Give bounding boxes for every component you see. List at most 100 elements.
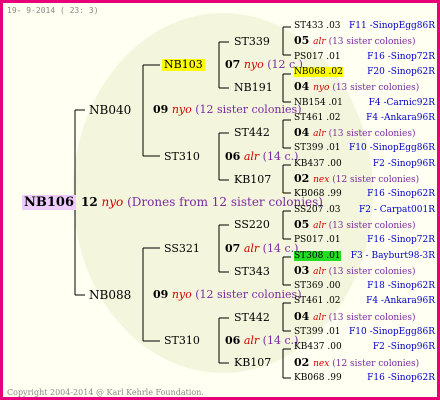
leaf-id: KB437 .00 [294,342,342,352]
leaf-year: 04 [294,310,314,323]
leaf-year: 02 [294,172,314,185]
leaf-ancestor-row: PS017 .01 F16 -Sinop72R [294,235,435,245]
g1-upper-note: (12 sister colonies) [195,103,302,116]
leaf-colony-row: 05 alr (13 sister colonies) [294,35,416,47]
root-drones-note: 12 nyo (Drones from 12 sister colonies) [81,196,323,208]
leaf-label: F4 -Ankara96R [366,113,435,123]
leaf-ancestor-row: ST369 .00 F18 -Sinop62R [294,281,435,291]
root-breeder: nyo [101,195,124,209]
leaf-colony-row: 02 nex (12 sister colonies) [294,356,420,369]
g2-st310-upper: ST310 [164,150,200,163]
leaf-ancestor-row: ST308 .01 F3 - Bayburt98-3R [294,251,435,261]
g1-note-upper: 09 nyo (12 sister colonies) [153,104,302,116]
leaf-id: KB437 .00 [294,159,342,169]
leaf-label: F18 -Sinop62R [367,281,435,291]
leaf-note: (13 sister colonies) [328,37,416,47]
leaf-colony-row: 05 alr (13 sister colonies) [294,218,416,231]
g2-note-1: 06 alr (14 c.) [225,151,298,163]
g3-st343: ST343 [234,265,270,278]
pedigree-frame: 19- 9-2014 ( 23: 3) NB106 12 nyo (Drones… [0,0,440,400]
leaf-breeder: nex [313,359,333,369]
g2-0-year: 07 [225,58,241,71]
g1-upper-year: 09 [153,103,169,116]
leaf-ancestor-row: ST461 .02 F4 -Ankara96R [294,113,435,123]
leaf-id: ST399 .01 [294,143,341,153]
leaf-colony-row: 04 alr (13 sister colonies) [294,310,416,323]
leaf-note: (13 sister colonies) [328,267,416,277]
leaf-label: F11 -SinopEgg86R [349,21,435,31]
g2-1-breeder: alr [243,150,260,163]
leaf-ancestor-row: PS017 .01 F16 -Sinop72R [294,52,435,62]
g1-upper-breeder: nyo [171,103,192,116]
leaf-label: F20 -Sinop62R [367,67,435,77]
g2-3-year: 06 [225,334,241,347]
leaf-label: F10 -SinopEgg86R [349,327,435,337]
dam-nb088: NB088 [89,288,132,302]
leaf-year: 03 [294,264,314,277]
leaf-year: 04 [294,126,314,139]
leaf-label: F16 -Sinop72R [367,235,435,245]
g2-nb103: NB103 [162,58,205,71]
g3-st442-b: ST442 [234,311,270,324]
leaf-breeder: nex [313,175,333,185]
leaf-ancestor-row: NB068 .02 F20 -Sinop62R [294,67,435,77]
g2-ss321: SS321 [164,242,200,255]
leaf-breeder: alr [313,221,329,231]
leaf-label: F2 -Sinop96R [372,159,435,169]
leaf-ancestor-row: ST399 .01 F10 -SinopEgg86R [294,143,435,153]
leaf-year: 05 [294,218,314,231]
leaf-note: (13 sister colonies) [332,83,420,93]
leaf-year: 04 [294,80,314,93]
leaf-id: PS017 .01 [294,235,341,245]
leaf-label: F10 -SinopEgg86R [349,143,435,153]
leaf-label: F16 -Sinop62R [367,373,435,383]
g3-ss220: SS220 [234,218,270,231]
leaf-note: (12 sister colonies) [332,359,420,369]
g3-st339: ST339 [234,35,270,48]
g3-nb191: NB191 [234,81,273,94]
leaf-ancestor-row: KB068 .99 F16 -Sinop62R [294,189,435,199]
leaf-breeder: nyo [313,83,333,93]
leaf-label: F16 -Sinop62R [367,189,435,199]
g3-kb107-a: KB107 [234,173,272,186]
root-queen-label: NB106 [22,195,77,210]
leaf-ancestor-row: SS207 .03 F2 - Carpat001R [294,205,435,215]
leaf-breeder: alr [313,267,329,277]
leaf-label: F2 -Sinop96R [372,342,435,352]
leaf-ancestor-row: ST399 .01 F10 -SinopEgg86R [294,327,435,337]
leaf-ancestor-row: KB437 .00 F2 -Sinop96R [294,159,435,169]
leaf-id: ST461 .02 [294,296,341,306]
root-year: 12 [81,195,98,209]
leaf-year: 02 [294,356,314,369]
leaf-ancestor-row: NB154 .01 F4 -Carnic92R [294,98,435,108]
leaf-id: KB068 .99 [294,373,342,383]
leaf-label: F3 - Bayburt98-3R [350,251,435,261]
leaf-note: (13 sister colonies) [328,129,416,139]
leaf-id: ST308 .01 [294,251,341,261]
g2-st310-lower: ST310 [164,334,200,347]
leaf-label: F2 - Carpat001R [359,205,435,215]
leaf-ancestor-row: ST433 .03 F11 -SinopEgg86R [294,21,435,31]
sire-nb040: NB040 [89,103,132,117]
leaf-id: ST461 .02 [294,113,341,123]
leaf-breeder: alr [313,129,329,139]
leaf-label: F4 -Ankara96R [366,296,435,306]
g2-1-year: 06 [225,150,241,163]
g2-2-breeder: alr [243,242,260,255]
leaf-id: PS017 .01 [294,52,341,62]
leaf-note: (13 sister colonies) [328,221,416,231]
g1-note-lower: 09 nyo (12 sister colonies) [153,289,302,301]
leaf-label: F4 -Carnic92R [368,98,435,108]
leaf-label: F16 -Sinop72R [367,52,435,62]
leaf-id: NB154 .01 [294,98,343,108]
copyright-footer: Copyright 2004-2014 @ Karl Kehrle Founda… [7,388,204,397]
leaf-colony-row: 04 nyo (13 sister colonies) [294,80,420,93]
g2-2-year: 07 [225,242,241,255]
leaf-ancestor-row: KB437 .00 F2 -Sinop96R [294,342,435,352]
leaf-note: (13 sister colonies) [328,313,416,323]
leaf-id: ST369 .00 [294,281,341,291]
g2-note-0: 07 nyo (12 c.) [225,59,303,71]
leaf-colony-row: 04 alr (13 sister colonies) [294,126,416,139]
leaf-colony-row: 03 alr (13 sister colonies) [294,264,416,277]
g2-note-2: 07 alr (14 c.) [225,243,298,255]
